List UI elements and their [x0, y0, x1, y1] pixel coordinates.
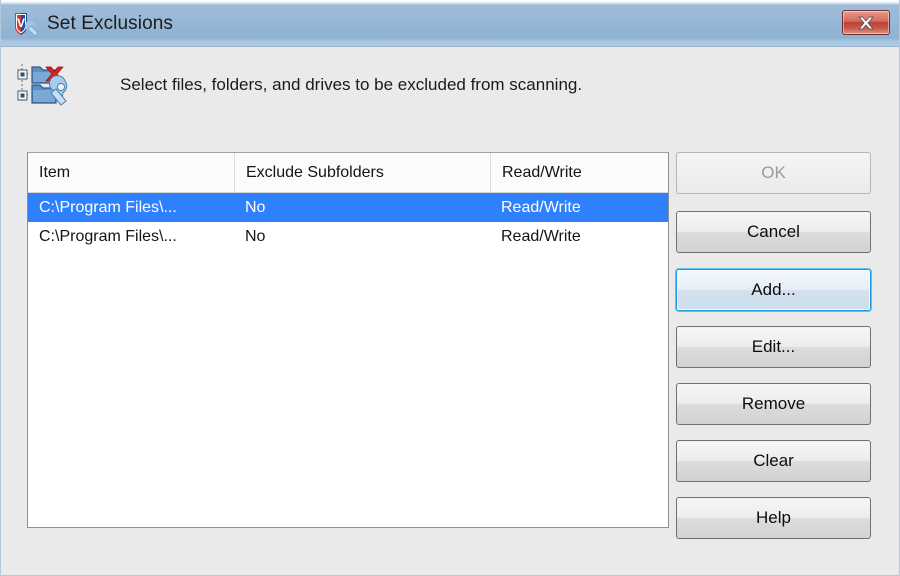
cell-exclude-subfolders: No — [245, 199, 266, 216]
titlebar-highlight — [1, 0, 899, 4]
shield-wrench-icon: V — [11, 9, 41, 39]
folder-exclusion-wrench-icon — [15, 61, 77, 113]
title-bar: V Set Exclusions — [1, 0, 899, 47]
table-row[interactable]: C:\Program Files\... No Read/Write — [28, 193, 668, 222]
svg-text:V: V — [17, 16, 25, 30]
listview-header: Item Exclude Subfolders Read/Write — [28, 153, 668, 193]
cell-exclude-subfolders: No — [245, 228, 266, 245]
close-icon — [858, 16, 874, 30]
description-banner: Select files, folders, and drives to be … — [2, 47, 899, 122]
cell-read-write: Read/Write — [501, 199, 581, 216]
column-header-item[interactable]: Item — [28, 153, 234, 192]
cell-item: C:\Program Files\... — [39, 199, 177, 216]
cancel-button[interactable]: Cancel — [676, 211, 871, 253]
window-title: Set Exclusions — [47, 13, 174, 34]
column-header-read-write[interactable]: Read/Write — [490, 153, 670, 192]
help-button[interactable]: Help — [676, 497, 871, 539]
add-button[interactable]: Add... — [676, 269, 871, 311]
ok-button[interactable]: OK — [676, 152, 871, 194]
listview-rows: C:\Program Files\... No Read/Write C:\Pr… — [28, 193, 668, 251]
set-exclusions-dialog: V Set Exclusions Select files, folders, … — [0, 0, 900, 576]
exclusions-listview[interactable]: Item Exclude Subfolders Read/Write C:\Pr… — [27, 152, 669, 528]
close-button[interactable] — [842, 10, 890, 35]
clear-button[interactable]: Clear — [676, 440, 871, 482]
remove-button[interactable]: Remove — [676, 383, 871, 425]
column-header-exclude-subfolders[interactable]: Exclude Subfolders — [234, 153, 490, 192]
banner-description: Select files, folders, and drives to be … — [120, 75, 583, 94]
cell-read-write: Read/Write — [501, 228, 581, 245]
edit-button[interactable]: Edit... — [676, 326, 871, 368]
table-row[interactable]: C:\Program Files\... No Read/Write — [28, 222, 668, 251]
cell-item: C:\Program Files\... — [39, 228, 177, 245]
